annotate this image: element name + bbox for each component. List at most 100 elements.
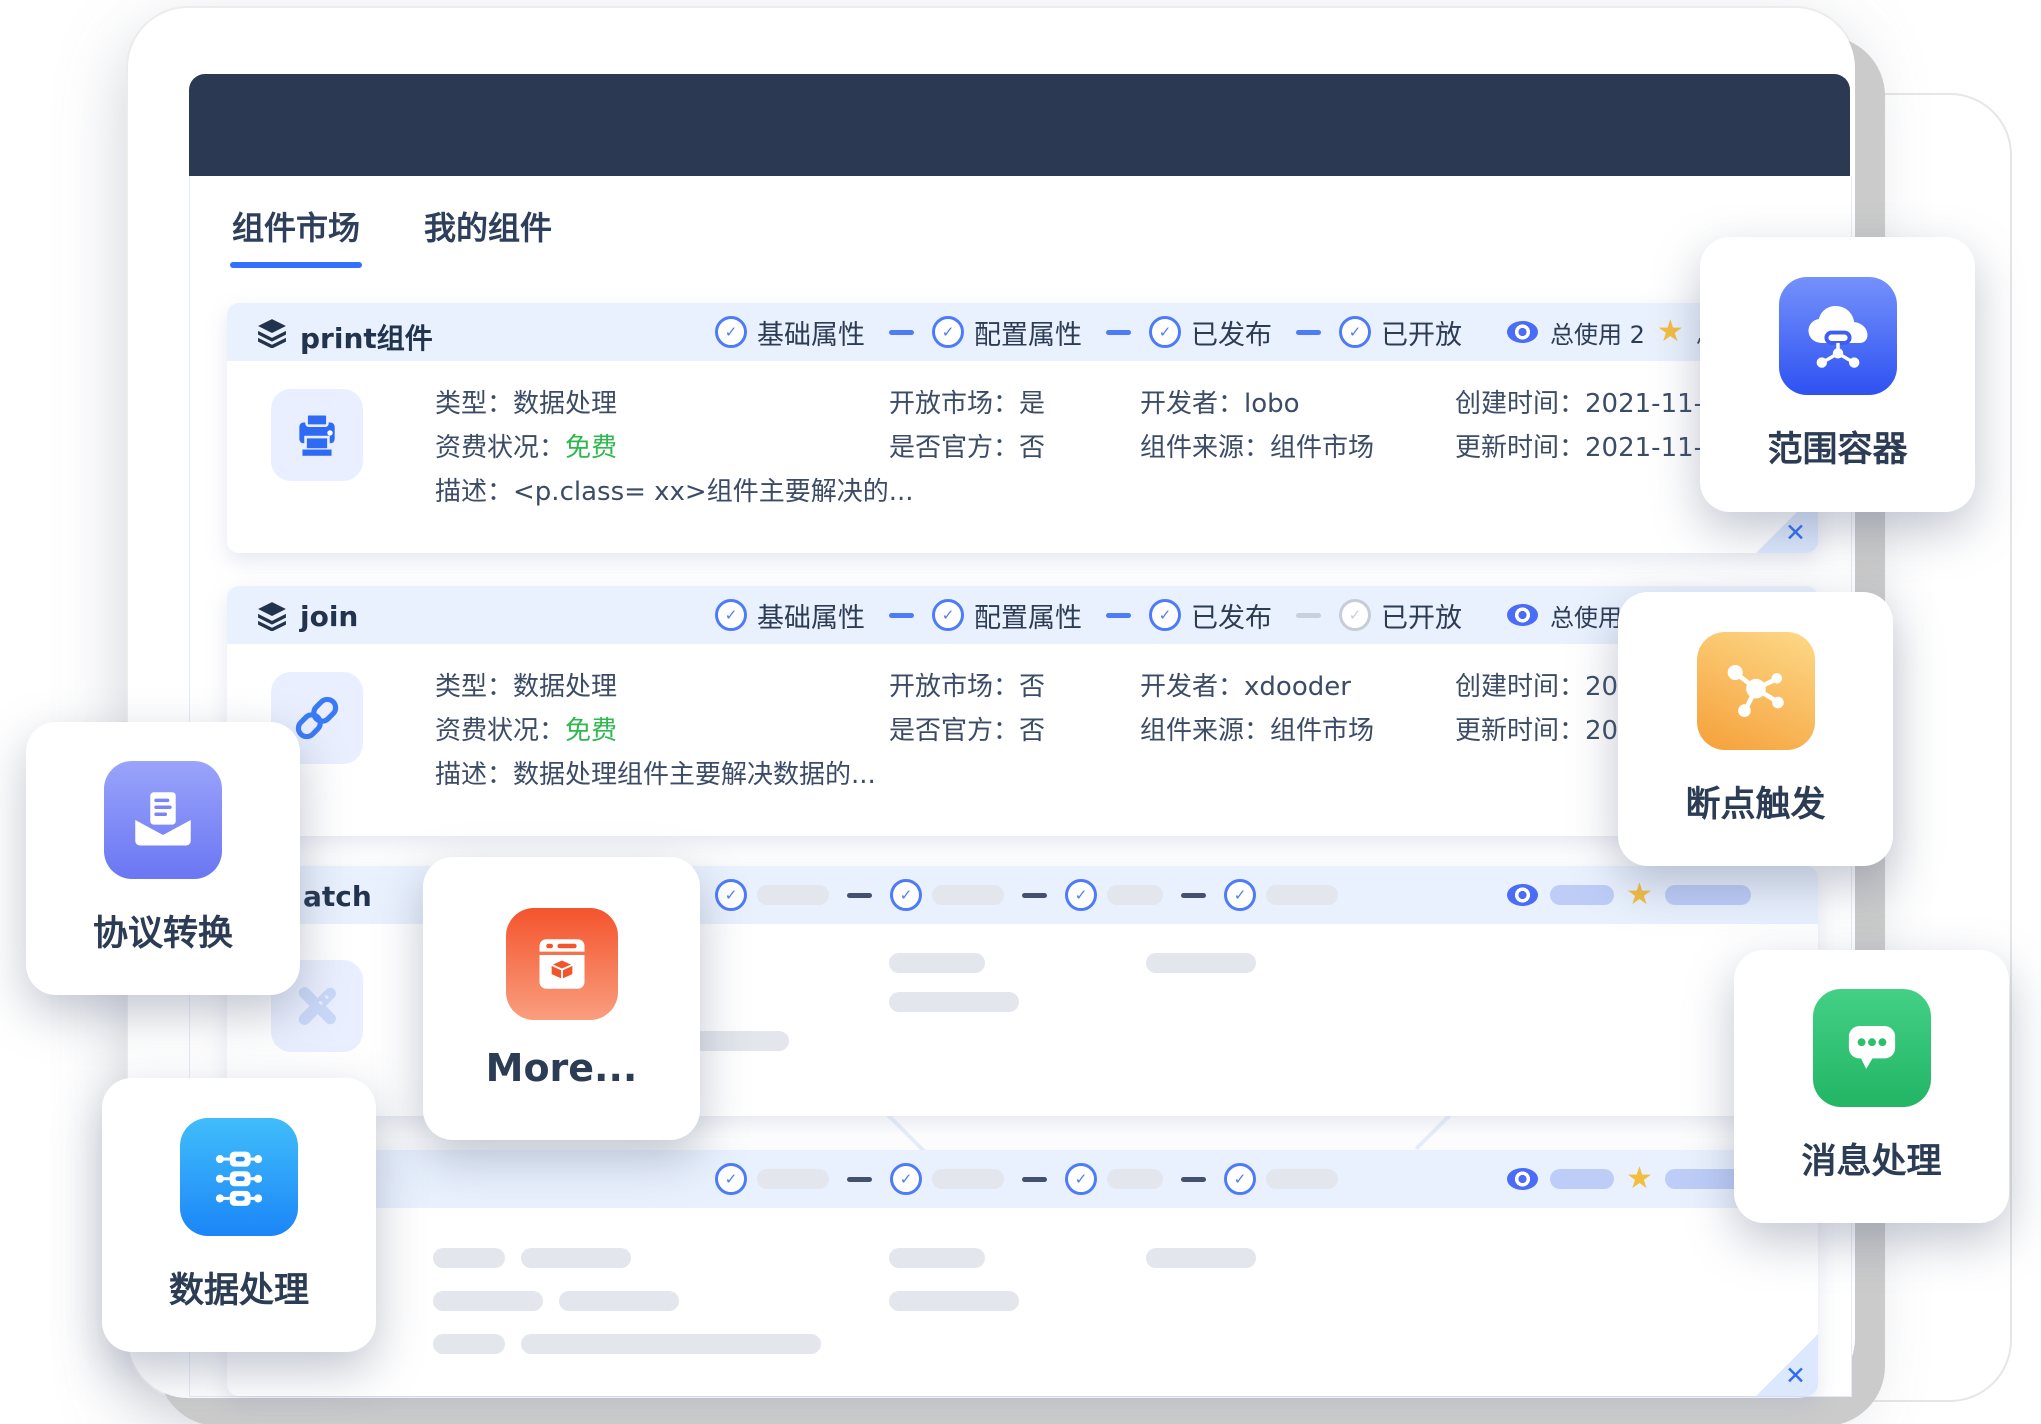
step-connector	[1296, 330, 1321, 335]
skeleton-row	[1146, 953, 1256, 973]
floating-card-label: 数据处理	[169, 1262, 309, 1313]
field-developer: 开发者：xdooder	[1140, 666, 1351, 703]
card-header: join 基础属性 配置属性 已发布 已开放 总使用 6	[227, 586, 1818, 644]
skeleton-row	[889, 992, 1019, 1012]
skeleton-row	[889, 1248, 985, 1268]
check-icon	[715, 1163, 747, 1195]
floating-card-label: 消息处理	[1801, 1133, 1941, 1184]
check-icon	[932, 599, 964, 631]
step-label: 配置属性	[974, 596, 1082, 635]
field-source: 组件来源：组件市场	[1140, 710, 1374, 747]
floating-card-scope-container[interactable]: 范围容器	[1700, 237, 1975, 512]
skeleton-pill	[1550, 885, 1614, 905]
inbox-doc-icon	[104, 761, 222, 879]
check-icon	[715, 879, 747, 911]
skeleton-pill	[1665, 885, 1751, 905]
step-connector	[1022, 893, 1047, 898]
active-tab-indicator	[230, 262, 362, 268]
skeleton-pill	[757, 1169, 829, 1189]
check-icon	[715, 599, 747, 631]
browser-titlebar	[189, 74, 1850, 176]
field-market: 开放市场：是	[889, 383, 1045, 420]
step-connector	[847, 893, 872, 898]
tab-my-components[interactable]: 我的组件	[424, 203, 552, 249]
floating-card-label: More...	[486, 1046, 638, 1090]
field-fee: 资费状况：免费	[435, 710, 617, 747]
skeleton-row	[433, 1334, 821, 1354]
step-label: 已开放	[1381, 596, 1462, 635]
field-developer: 开发者：lobo	[1140, 383, 1300, 420]
eye-icon	[1507, 1168, 1538, 1190]
floating-card-more[interactable]: More...	[423, 857, 700, 1140]
card-meta-skeleton: ★	[1507, 866, 1751, 924]
floating-card-label: 范围容器	[1767, 421, 1907, 472]
component-card-loading[interactable]: ★ ✕	[227, 1150, 1818, 1396]
molecule-icon	[1697, 632, 1815, 750]
step-label: 已发布	[1191, 596, 1272, 635]
skeleton-pill	[1266, 885, 1338, 905]
layers-icon	[257, 601, 287, 631]
step-label: 已开放	[1381, 313, 1462, 352]
skeleton-pill	[1266, 1169, 1338, 1189]
printer-icon	[290, 408, 344, 462]
component-icon-box	[271, 389, 363, 481]
cloud-container-icon	[1779, 277, 1897, 395]
field-type: 类型：数据处理	[435, 383, 617, 420]
status-steps: 基础属性 配置属性 已发布 已开放	[715, 586, 1468, 644]
skeleton-row	[433, 1291, 679, 1311]
floating-card-breakpoint-trigger[interactable]: 断点触发	[1618, 592, 1893, 866]
check-icon	[932, 316, 964, 348]
tab-component-market[interactable]: 组件市场	[232, 203, 360, 249]
link-icon	[290, 691, 344, 745]
star-icon: ★	[1626, 880, 1653, 910]
step-connector	[889, 330, 914, 335]
eye-icon	[1507, 604, 1538, 626]
floating-card-data-processing[interactable]: 数据处理	[102, 1078, 376, 1352]
component-card-join[interactable]: join 基础属性 配置属性 已发布 已开放 总使用 6	[227, 586, 1818, 836]
field-type: 类型：数据处理	[435, 666, 617, 703]
check-icon	[890, 1163, 922, 1195]
floating-card-label: 断点触发	[1685, 776, 1825, 827]
skeleton-pill	[932, 1169, 1004, 1189]
skeleton-pill	[1107, 1169, 1163, 1189]
check-icon	[890, 879, 922, 911]
floating-card-protocol-conversion[interactable]: 协议转换	[26, 722, 300, 995]
card-header: ★	[227, 1150, 1818, 1208]
status-steps: 基础属性 配置属性 已发布 已开放	[715, 303, 1468, 361]
check-icon	[1149, 316, 1181, 348]
card-title: join	[300, 600, 358, 633]
star-icon: ★	[1626, 1164, 1653, 1194]
step-label: 基础属性	[757, 596, 865, 635]
status-steps-skeleton	[715, 1150, 1338, 1208]
skeleton-row	[889, 1291, 1019, 1311]
skeleton-pill	[1550, 1169, 1614, 1189]
step-connector	[1022, 1177, 1047, 1182]
close-icon[interactable]: ✕	[1785, 1361, 1806, 1390]
check-icon-pending	[1339, 599, 1371, 631]
step-connector	[1181, 893, 1206, 898]
floating-card-message-processing[interactable]: 消息处理	[1734, 950, 2009, 1223]
skeleton-row	[889, 953, 985, 973]
step-connector	[889, 613, 914, 618]
component-card-print[interactable]: print组件 基础属性 配置属性 已发布 已开放 总使用 2 ★ 总评	[227, 303, 1818, 553]
close-icon[interactable]: ✕	[1785, 518, 1806, 547]
step-label: 基础属性	[757, 313, 865, 352]
browser-cube-icon	[506, 908, 618, 1020]
check-icon	[1065, 879, 1097, 911]
step-connector	[1106, 330, 1131, 335]
field-source: 组件来源：组件市场	[1140, 427, 1374, 464]
skeleton-pill	[1107, 885, 1163, 905]
chat-bubble-icon	[1813, 989, 1931, 1107]
check-icon	[1149, 599, 1181, 631]
data-nodes-icon	[180, 1118, 298, 1236]
layers-icon	[257, 318, 287, 348]
card-title: atch	[303, 880, 372, 913]
step-label: 已发布	[1191, 313, 1272, 352]
field-desc: 描述：<p.class= xx>组件主要解决的...	[435, 471, 914, 508]
card-header: print组件 基础属性 配置属性 已发布 已开放 总使用 2 ★ 总评	[227, 303, 1818, 361]
ruler-icon	[290, 979, 344, 1033]
status-steps-skeleton	[715, 866, 1338, 924]
component-marketplace-screen: 组件市场 我的组件 print组件 基础属性 配置属性 已发布 已开放	[0, 0, 2041, 1424]
field-official: 是否官方：否	[889, 427, 1045, 464]
skeleton-pill	[932, 885, 1004, 905]
